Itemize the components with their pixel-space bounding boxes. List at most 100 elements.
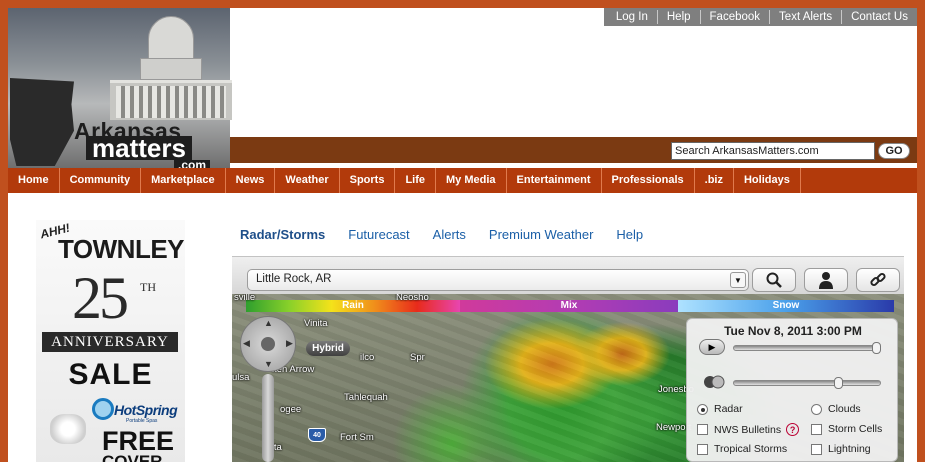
location-select-value: Little Rock, AR — [256, 273, 332, 285]
nav-entertainment[interactable]: Entertainment — [507, 168, 602, 193]
ad-ribbon: ANNIVERSARY — [42, 332, 178, 352]
nav-news[interactable]: News — [226, 168, 276, 193]
opacity-slider[interactable] — [733, 377, 881, 389]
ad-partner-sub: Portable Spas — [126, 418, 158, 424]
tropical-storms-option[interactable]: Tropical Storms — [697, 443, 787, 455]
zoom-slider[interactable] — [262, 374, 274, 462]
nav-biz[interactable]: .biz — [695, 168, 734, 193]
radar-options-panel: Tue Nov 8, 2011 3:00 PM ▶ Radar Clouds N… — [686, 318, 898, 462]
tab-premium-weather[interactable]: Premium Weather — [489, 227, 594, 242]
pan-right-icon[interactable]: ▶ — [286, 338, 293, 349]
ad-brand: TOWNLEY — [58, 234, 185, 264]
login-link[interactable]: Log In — [607, 10, 657, 24]
storm-cells-label: Storm Cells — [828, 423, 883, 435]
page-frame: Arkansas matters .com Log In Help Facebo… — [8, 8, 917, 462]
weather-toolbar: Little Rock, AR ▼ — [232, 256, 904, 294]
tab-radar-storms[interactable]: Radar/Storms — [240, 227, 325, 242]
map-label: ilco — [360, 352, 375, 363]
logo-text-matters: matters — [86, 135, 192, 161]
site-logo[interactable]: Arkansas matters .com — [8, 8, 232, 171]
nav-weather[interactable]: Weather — [275, 168, 340, 193]
arkansas-state-icon — [10, 78, 74, 166]
map-label: Fort Sm — [340, 432, 374, 443]
nav-marketplace[interactable]: Marketplace — [141, 168, 226, 193]
map-label: ulsa — [232, 372, 250, 383]
radar-timestamp: Tue Nov 8, 2011 3:00 PM — [724, 324, 862, 338]
map-label: Spr — [410, 352, 425, 363]
person-icon — [819, 272, 833, 289]
radar-radio[interactable] — [697, 403, 708, 415]
legend-mix: Mix — [460, 300, 678, 312]
map-label: ogee — [280, 404, 302, 415]
weather-tabs: Radar/Storms Futurecast Alerts Premium W… — [232, 220, 658, 248]
opacity-slider-knob[interactable] — [834, 377, 843, 389]
hotspring-logo-icon — [92, 398, 114, 420]
hybrid-toggle-button[interactable]: Hybrid — [306, 341, 350, 356]
map-label: Vinita — [304, 318, 328, 329]
clouds-radio[interactable] — [811, 403, 822, 415]
ad-cover: COVER — [102, 452, 163, 462]
precip-legend: Rain Mix Snow — [246, 300, 894, 312]
nav-professionals[interactable]: Professionals — [602, 168, 695, 193]
map-label: Tahlequah — [344, 392, 388, 403]
opacity-icon — [704, 375, 725, 389]
clouds-option-label: Clouds — [828, 403, 861, 415]
map-pan-control[interactable]: ▲ ◀ ▶ ▼ — [240, 316, 296, 372]
search-go-button[interactable]: GO — [878, 143, 910, 159]
help-link[interactable]: Help — [656, 10, 700, 24]
radar-option[interactable]: Radar — [697, 403, 743, 415]
site-search-input[interactable] — [671, 142, 875, 160]
map-search-button[interactable] — [752, 268, 796, 292]
main-nav: Home Community Marketplace News Weather … — [8, 168, 917, 193]
radar-map[interactable]: Rain Mix Snow sville Neosho Vinita ilco … — [232, 294, 904, 462]
ad-suffix: TH — [140, 280, 156, 294]
lightning-option[interactable]: Lightning — [811, 443, 871, 455]
capitol-dome — [148, 16, 194, 62]
storm-cells-option[interactable]: Storm Cells — [811, 423, 882, 435]
contact-us-link[interactable]: Contact Us — [841, 10, 917, 24]
tab-futurecast[interactable]: Futurecast — [348, 227, 409, 242]
ad-sale: SALE — [68, 358, 153, 391]
tab-alerts[interactable]: Alerts — [433, 227, 466, 242]
nws-bulletins-option[interactable]: NWS Bulletins? — [697, 423, 800, 436]
nav-life[interactable]: Life — [395, 168, 437, 193]
time-slider[interactable] — [733, 342, 881, 354]
nav-sports[interactable]: Sports — [340, 168, 396, 193]
pan-up-icon[interactable]: ▲ — [264, 318, 273, 328]
map-label: sville — [234, 294, 256, 303]
nav-holidays[interactable]: Holidays — [734, 168, 801, 193]
time-slider-knob[interactable] — [872, 342, 881, 354]
storm-cells-checkbox[interactable] — [811, 423, 822, 435]
play-animation-button[interactable]: ▶ — [699, 339, 725, 355]
link-icon — [870, 272, 886, 287]
legend-snow: Snow — [678, 300, 894, 312]
pan-left-icon[interactable]: ◀ — [243, 338, 250, 349]
lightning-checkbox[interactable] — [811, 443, 822, 455]
tab-help[interactable]: Help — [616, 227, 643, 242]
my-locations-button[interactable] — [804, 268, 848, 292]
location-select[interactable]: Little Rock, AR ▼ — [247, 269, 749, 291]
weather-widget: Radar/Storms Futurecast Alerts Premium W… — [232, 220, 904, 462]
nav-community[interactable]: Community — [60, 168, 142, 193]
lightning-label: Lightning — [828, 443, 871, 455]
text-alerts-link[interactable]: Text Alerts — [769, 10, 841, 24]
capitol-drum — [140, 58, 202, 80]
interstate-shield: 40 — [308, 428, 326, 442]
tropical-storms-label: Tropical Storms — [714, 443, 788, 455]
ad-partner: HotSpring — [114, 402, 178, 418]
share-link-button[interactable] — [856, 268, 900, 292]
pan-center-button[interactable] — [259, 335, 277, 353]
help-icon[interactable]: ? — [786, 423, 800, 436]
capitol-columns — [116, 86, 226, 118]
clouds-option[interactable]: Clouds — [811, 403, 861, 415]
nws-bulletins-checkbox[interactable] — [697, 424, 708, 435]
nav-my-media[interactable]: My Media — [436, 168, 507, 193]
pan-down-icon[interactable]: ▼ — [264, 359, 273, 369]
nav-home[interactable]: Home — [8, 168, 60, 193]
map-label: Neosho — [396, 294, 429, 303]
townley-advertisement[interactable]: AHH! TOWNLEY 25 TH ANNIVERSARY SALE HotS… — [36, 220, 185, 462]
search-icon — [766, 272, 782, 288]
tropical-storms-checkbox[interactable] — [697, 443, 708, 455]
dropdown-arrow-icon[interactable]: ▼ — [730, 272, 746, 288]
facebook-link[interactable]: Facebook — [699, 10, 770, 24]
